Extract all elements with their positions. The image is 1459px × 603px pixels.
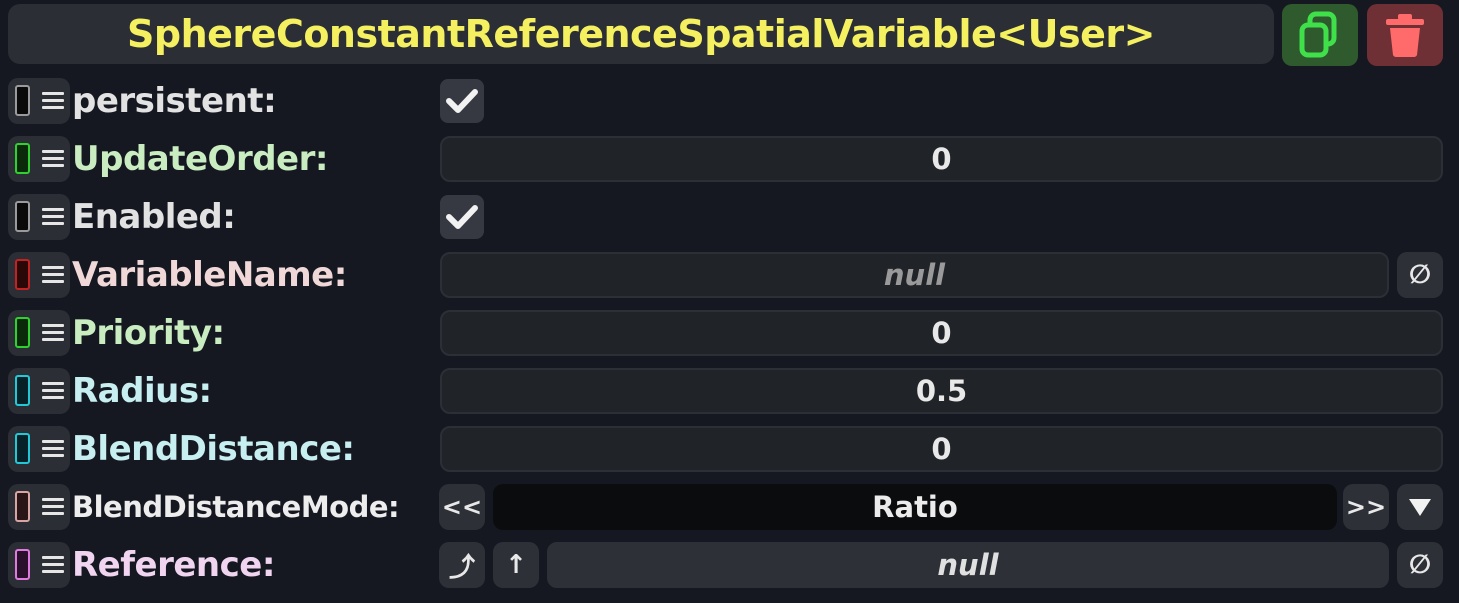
grip-icon	[42, 556, 64, 574]
field-label: Enabled:	[72, 197, 236, 237]
field-label: BlendDistance:	[72, 429, 355, 469]
field-drag-handle[interactable]	[8, 368, 70, 414]
delete-component-button[interactable]	[1367, 4, 1443, 66]
field-drag-handle[interactable]	[8, 484, 70, 530]
updateorder-input[interactable]: 0	[440, 136, 1443, 182]
grip-icon	[42, 266, 64, 284]
trash-icon	[1386, 14, 1424, 57]
duplicate-component-button[interactable]	[1282, 4, 1358, 66]
enum-previous-button[interactable]: <<	[439, 484, 485, 530]
set-null-button[interactable]: ∅	[1397, 252, 1443, 298]
jump-to-icon: ⤴	[448, 552, 475, 583]
field-row-enabled: Enabled:	[0, 194, 1459, 244]
jump-to-reference-button[interactable]: ⤴	[439, 542, 485, 588]
persistent-checkbox[interactable]	[440, 79, 484, 123]
component-header: SphereConstantReferenceSpatialVariable<U…	[8, 4, 1274, 64]
field-drag-handle[interactable]	[8, 78, 70, 124]
grip-icon	[42, 498, 64, 516]
field-label: BlendDistanceMode:	[72, 490, 400, 524]
grip-icon	[42, 440, 64, 458]
field-row-reference: Reference: ⤴ ↑ null ∅	[0, 542, 1459, 592]
checkmark-icon	[446, 205, 478, 229]
type-color-swatch	[15, 317, 30, 348]
component-title: SphereConstantReferenceSpatialVariable<U…	[127, 12, 1155, 56]
grip-icon	[42, 324, 64, 342]
field-label: Reference:	[72, 545, 275, 585]
reference-field[interactable]: null	[547, 542, 1389, 588]
enabled-checkbox[interactable]	[440, 195, 484, 239]
type-color-swatch	[15, 433, 30, 464]
field-drag-handle[interactable]	[8, 194, 70, 240]
field-row-variablename: VariableName: null ∅	[0, 252, 1459, 302]
triangle-down-icon	[1409, 499, 1431, 516]
grip-icon	[42, 208, 64, 226]
grip-icon	[42, 92, 64, 110]
variablename-input[interactable]: null	[440, 252, 1389, 298]
type-color-swatch	[15, 85, 30, 116]
field-label: UpdateOrder:	[72, 139, 328, 179]
type-color-swatch	[15, 549, 30, 580]
type-color-swatch	[15, 375, 30, 406]
grip-icon	[42, 382, 64, 400]
blenddistance-input[interactable]: 0	[440, 426, 1443, 472]
type-color-swatch	[15, 259, 30, 290]
radius-input[interactable]: 0.5	[440, 368, 1443, 414]
field-row-priority: Priority: 0	[0, 310, 1459, 360]
field-drag-handle[interactable]	[8, 252, 70, 298]
field-drag-handle[interactable]	[8, 310, 70, 356]
up-arrow-icon: ↑	[505, 550, 527, 580]
null-icon: ∅	[1408, 550, 1432, 580]
priority-input[interactable]: 0	[440, 310, 1443, 356]
field-drag-handle[interactable]	[8, 426, 70, 472]
select-parent-button[interactable]: ↑	[493, 542, 539, 588]
enum-dropdown-button[interactable]	[1397, 484, 1443, 530]
type-color-swatch	[15, 143, 30, 174]
field-label: Priority:	[72, 313, 225, 353]
set-null-button[interactable]: ∅	[1397, 542, 1443, 588]
enum-value-display: Ratio	[493, 484, 1337, 530]
duplicate-icon	[1299, 11, 1337, 58]
grip-icon	[42, 150, 64, 168]
checkmark-icon	[446, 89, 478, 113]
field-drag-handle[interactable]	[8, 542, 70, 588]
field-label: VariableName:	[72, 255, 347, 295]
type-color-swatch	[15, 201, 30, 232]
field-drag-handle[interactable]	[8, 136, 70, 182]
field-row-updateorder: UpdateOrder: 0	[0, 136, 1459, 186]
field-label: Radius:	[72, 371, 212, 411]
enum-next-button[interactable]: >>	[1343, 484, 1389, 530]
field-label: persistent:	[72, 81, 277, 121]
field-row-blenddistance: BlendDistance: 0	[0, 426, 1459, 476]
null-icon: ∅	[1408, 260, 1432, 290]
field-row-blenddistancemode: BlendDistanceMode: << Ratio >>	[0, 484, 1459, 534]
field-row-persistent: persistent:	[0, 78, 1459, 128]
type-color-swatch	[15, 491, 30, 522]
field-row-radius: Radius: 0.5	[0, 368, 1459, 418]
